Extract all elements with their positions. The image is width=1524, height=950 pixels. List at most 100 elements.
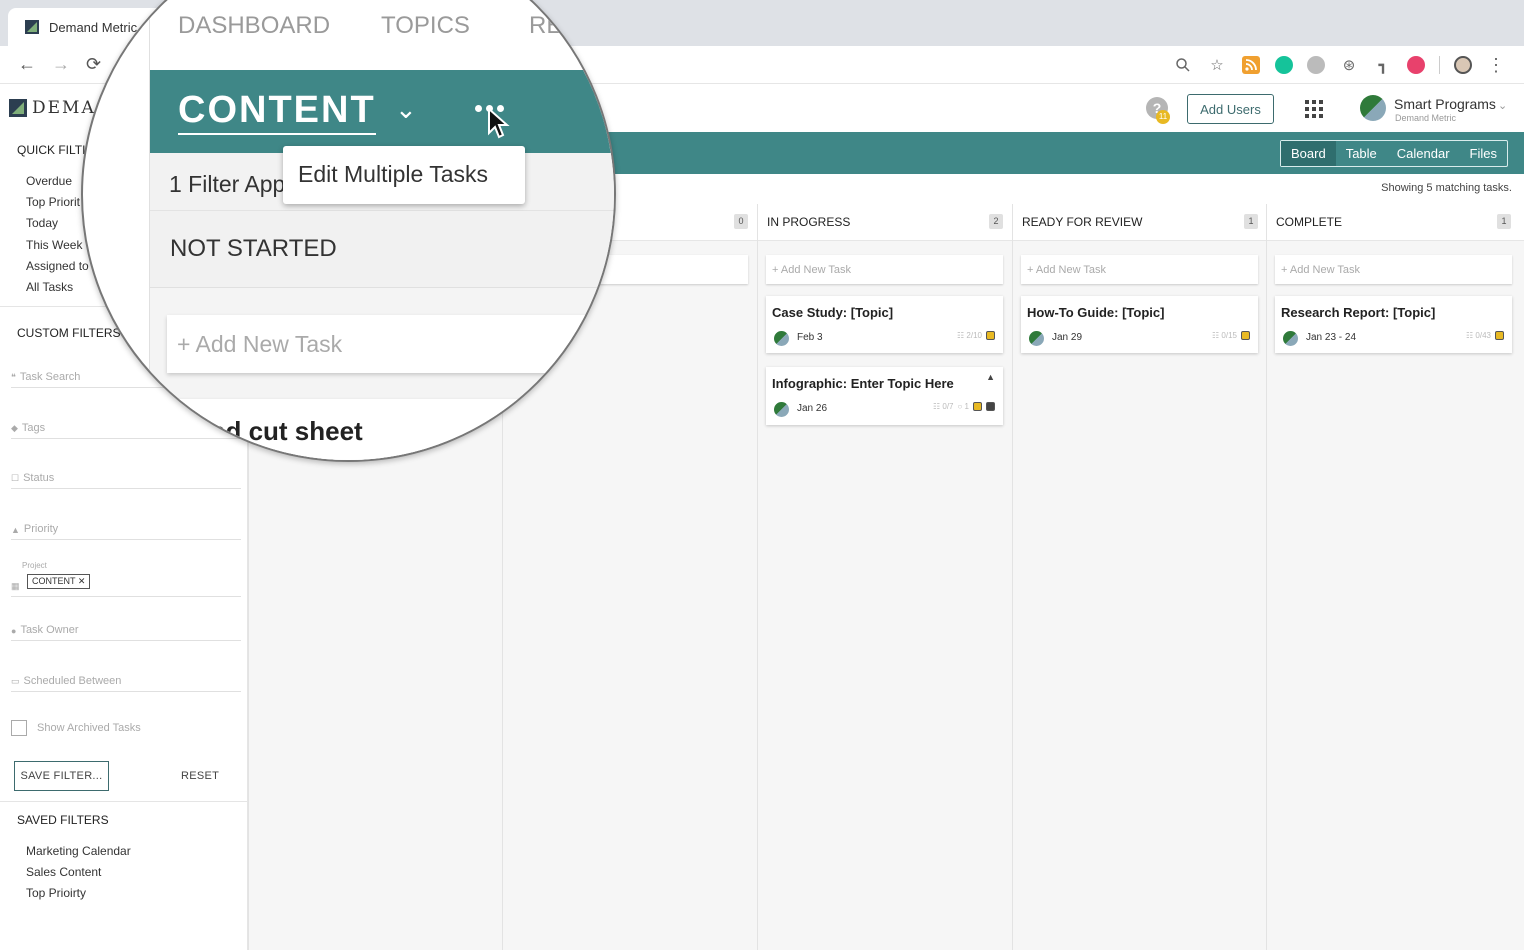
status-square-icon <box>1495 331 1504 340</box>
status-icon: ☐ <box>11 473 20 483</box>
project-name[interactable]: CONTENT <box>178 89 376 135</box>
back-arrow-icon[interactable]: ← <box>18 54 36 75</box>
view-calendar-button[interactable]: Calendar <box>1387 141 1460 166</box>
menu-dots-icon[interactable]: ⋮ <box>1486 55 1506 75</box>
comment-count: ○ 1 <box>957 402 969 411</box>
column-header: IN PROGRESS 2 <box>758 204 1012 241</box>
priority-input[interactable]: ▲ Priority <box>11 514 241 540</box>
view-board-button[interactable]: Board <box>1281 141 1336 166</box>
status-square-icon <box>973 402 982 411</box>
task-owner-placeholder: Task Owner <box>20 624 79 636</box>
account-org: Demand Metric <box>1395 113 1457 123</box>
table-icon: ▦ <box>11 581 20 591</box>
quote-icon: ❝ <box>11 372 16 382</box>
filters-applied-text[interactable]: 1 Filter App <box>169 171 285 198</box>
priority-arrow-icon: ▲ <box>986 372 995 382</box>
assignee-avatar <box>774 331 789 346</box>
column-title-not-started: NOT STARTED <box>170 235 337 262</box>
saved-filter-sales-content[interactable]: Sales Content <box>26 865 101 879</box>
assignee-avatar <box>1029 331 1044 346</box>
zoom-icon[interactable] <box>1173 55 1193 75</box>
tab-dashboard[interactable]: DASHBOARD <box>178 12 330 40</box>
reset-button[interactable]: RESET <box>181 770 219 782</box>
saved-filter-marketing-calendar[interactable]: Marketing Calendar <box>26 844 131 858</box>
rss-icon[interactable] <box>1241 55 1261 75</box>
view-files-button[interactable]: Files <box>1460 141 1507 166</box>
apps-grid-icon[interactable] <box>1305 100 1323 118</box>
add-task-input[interactable]: + Add New Task <box>167 315 614 373</box>
quick-filter-today[interactable]: Today <box>26 216 58 230</box>
task-card[interactable]: ▲ Infographic: Enter Topic Here Jan 26 ☷… <box>766 367 1003 425</box>
task-card[interactable]: How-To Guide: [Topic] Jan 29 ☷ 0/15 <box>1021 296 1258 353</box>
add-users-button[interactable]: Add Users <box>1187 94 1274 124</box>
status-square-icon <box>986 331 995 340</box>
task-meta: ☷ 0/43 <box>1466 331 1504 340</box>
add-task-input[interactable]: + Add New Task <box>1021 255 1258 284</box>
tab-topics[interactable]: TOPICS <box>381 12 470 40</box>
tag-icon: ◆ <box>11 423 18 433</box>
logo-mark-icon <box>9 99 27 117</box>
task-title: Research Report: [Topic] <box>1281 305 1436 320</box>
quick-filter-overdue[interactable]: Overdue <box>26 174 72 188</box>
extension-t-icon[interactable] <box>1307 56 1325 74</box>
project-chip[interactable]: CONTENT ✕ <box>27 574 91 589</box>
account-avatar[interactable] <box>1360 95 1386 121</box>
toolbar-separator <box>1439 56 1440 74</box>
task-meta: ☷ 2/10 <box>957 331 995 340</box>
saved-filter-top-priority[interactable]: Top Prioirty <box>26 886 86 900</box>
grammarly-icon[interactable] <box>1275 56 1293 74</box>
add-task-input[interactable]: + Add New Task <box>1275 255 1512 284</box>
task-owner-input[interactable]: ● Task Owner <box>11 615 241 641</box>
quick-filter-this-week[interactable]: This Week <box>26 238 82 252</box>
task-title: Case Study: [Topic] <box>772 305 894 320</box>
save-filter-button[interactable]: SAVE FILTER... <box>14 761 109 791</box>
zoom-magnifier: DASHBOARD TOPICS RE CONTENT ⌄ 1 Filter A… <box>81 0 616 462</box>
column-count: 2 <box>989 214 1003 229</box>
extension-red-icon[interactable] <box>1407 56 1425 74</box>
board-column-ready-for-review: READY FOR REVIEW 1 + Add New Task How-To… <box>1012 204 1267 950</box>
show-archived-toggle[interactable]: Show Archived Tasks <box>11 720 141 736</box>
task-title: ed cut sheet <box>211 416 363 446</box>
quick-filter-top-priority[interactable]: Top Priorit <box>26 195 80 209</box>
column-count: 1 <box>1497 214 1511 229</box>
star-icon[interactable]: ☆ <box>1207 55 1227 75</box>
view-table-button[interactable]: Table <box>1336 141 1387 166</box>
task-title: How-To Guide: [Topic] <box>1027 305 1165 320</box>
edit-multiple-tasks-tooltip: Edit Multiple Tasks <box>283 146 525 204</box>
task-date: Jan 29 <box>1052 332 1083 343</box>
forward-arrow-icon[interactable]: → <box>52 54 70 75</box>
checklist-progress: ☷ 0/15 <box>1212 331 1237 340</box>
priority-arrow-icon: ▲ <box>11 525 20 535</box>
checklist-progress: ☷ 0/7 <box>932 402 954 411</box>
task-card[interactable]: Case Study: [Topic] Feb 3 ☷ 2/10 <box>766 296 1003 353</box>
status-input[interactable]: ☐ Status <box>11 463 241 489</box>
extension-chatgpt-icon[interactable]: ⊛ <box>1339 55 1359 75</box>
column-title: COMPLETE <box>1276 215 1343 229</box>
chevron-down-icon[interactable]: ⌄ <box>1498 99 1507 112</box>
show-archived-checkbox[interactable] <box>11 720 27 736</box>
column-count: 0 <box>734 214 748 229</box>
tags-placeholder: Tags <box>21 422 46 434</box>
chevron-down-icon[interactable]: ⌄ <box>395 94 417 125</box>
task-card[interactable]: Research Report: [Topic] Jan 23 - 24 ☷ 0… <box>1275 296 1512 353</box>
profile-icon[interactable] <box>1454 56 1472 74</box>
status-placeholder: Status <box>23 472 55 484</box>
scheduled-placeholder: Scheduled Between <box>23 675 122 687</box>
quick-filter-assigned[interactable]: Assigned to <box>26 259 89 273</box>
demand-metric-favicon-icon <box>25 20 39 34</box>
project-label: Project <box>22 561 47 570</box>
account-name[interactable]: Smart Programs <box>1394 96 1496 112</box>
scheduled-between-input[interactable]: ▭ Scheduled Between <box>11 666 241 692</box>
task-meta: ☷ 0/7 ○ 1 <box>933 402 995 411</box>
extension-pin-icon[interactable]: ┓ <box>1373 55 1393 75</box>
show-archived-label: Show Archived Tasks <box>37 722 141 734</box>
add-task-input[interactable]: + Add New Task <box>766 255 1003 284</box>
tab-reports[interactable]: RE <box>529 12 562 40</box>
status-square-dark-icon <box>986 402 995 411</box>
priority-placeholder: Priority <box>23 523 59 535</box>
status-square-icon <box>1241 331 1250 340</box>
task-search-placeholder: Task Search <box>19 371 81 383</box>
quick-filter-all-tasks[interactable]: All Tasks <box>26 280 73 294</box>
view-switcher: Board Table Calendar Files <box>1280 140 1508 167</box>
column-header: COMPLETE 1 <box>1267 204 1524 241</box>
